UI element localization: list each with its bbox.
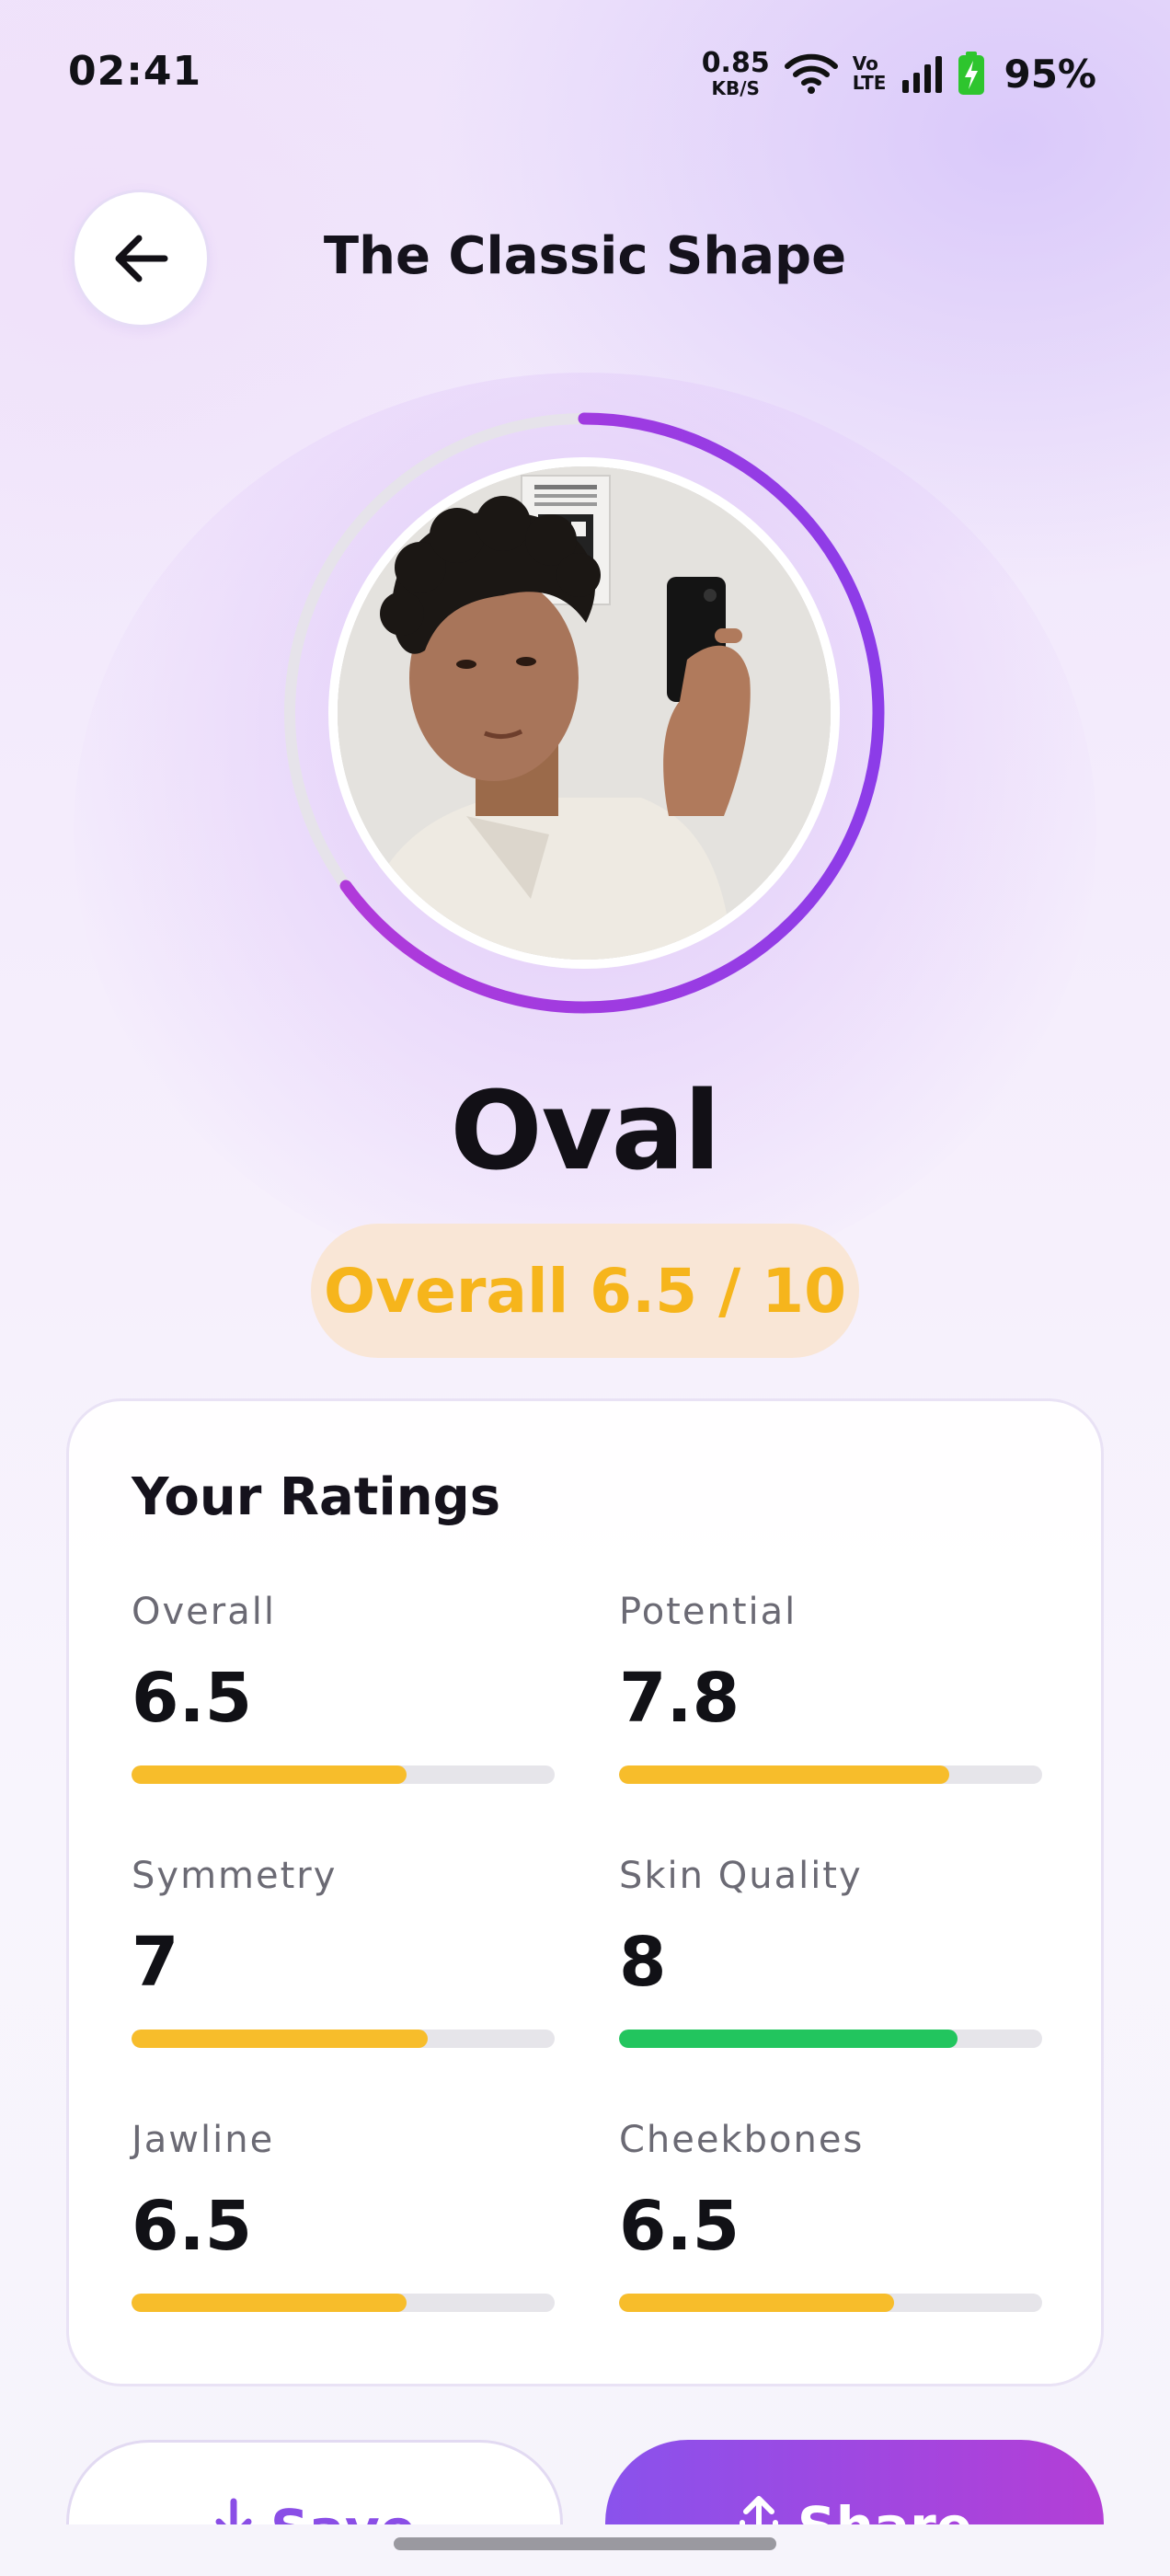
- status-time: 02:41: [68, 48, 202, 95]
- download-icon: [215, 2498, 252, 2524]
- rating-bar: [132, 2030, 555, 2048]
- share-label: Share: [797, 2495, 972, 2524]
- save-button[interactable]: Save: [66, 2440, 563, 2524]
- rating-bar-fill: [132, 2030, 428, 2048]
- face-shape-result: Oval: [450, 1067, 720, 1194]
- status-bar: 02:41 0.85 KB/S Vo LTE 95%: [0, 0, 1170, 147]
- rating-bar: [619, 2294, 1042, 2312]
- rating-bar-fill: [132, 1765, 407, 1784]
- volte-bottom: LTE: [852, 72, 887, 94]
- rating-label: Jawline: [132, 2119, 275, 2161]
- action-buttons: Save Share: [0, 2429, 1170, 2524]
- page-title: The Classic Shape: [323, 226, 847, 286]
- rating-value: 6.5: [619, 2187, 740, 2266]
- volte-top: Vo: [852, 52, 878, 75]
- rating-label: Cheekbones: [619, 2119, 865, 2161]
- rating-value: 6.5: [132, 2187, 253, 2266]
- rating-cheekbones: Cheekbones 6.5: [619, 2119, 1042, 2312]
- rating-potential: Potential 7.8: [619, 1591, 1042, 1784]
- ratings-card: Your Ratings Overall 6.5 Potential 7.8 S…: [66, 1398, 1104, 2386]
- battery-percent: 95%: [1004, 51, 1096, 97]
- selfie-image: [338, 466, 831, 960]
- user-photo: [328, 457, 840, 969]
- network-speed-value: 0.85: [701, 47, 770, 79]
- volte-indicator: Vo LTE: [853, 54, 887, 93]
- wifi-icon: [784, 53, 838, 94]
- share-icon: [739, 2496, 778, 2524]
- save-label: Save: [270, 2498, 416, 2524]
- rating-value: 6.5: [132, 1659, 253, 1738]
- signal-icon: [902, 56, 943, 93]
- rating-label: Overall: [132, 1591, 276, 1633]
- status-icons: 0.85 KB/S Vo LTE 95%: [702, 48, 1096, 99]
- rating-jawline: Jawline 6.5: [132, 2119, 555, 2312]
- share-button[interactable]: Share: [605, 2440, 1104, 2524]
- network-speed: 0.85 KB/S: [702, 50, 770, 98]
- rating-bar: [619, 2030, 1042, 2048]
- rating-label: Symmetry: [132, 1855, 338, 1897]
- ratings-title: Your Ratings: [132, 1467, 501, 1527]
- rating-bar: [132, 1765, 555, 1784]
- battery-charging-icon: [958, 52, 985, 95]
- rating-value: 7.8: [619, 1659, 740, 1738]
- rating-bar-fill: [619, 2294, 894, 2312]
- rating-value: 8: [619, 1923, 667, 2002]
- rating-value: 7: [132, 1923, 179, 2002]
- network-speed-unit: KB/S: [711, 77, 760, 99]
- rating-bar-fill: [619, 2030, 958, 2048]
- rating-overall: Overall 6.5: [132, 1591, 555, 1784]
- rating-bar-fill: [132, 2294, 407, 2312]
- rating-bar: [619, 1765, 1042, 1784]
- rating-label: Potential: [619, 1591, 797, 1633]
- home-indicator[interactable]: [394, 2537, 776, 2550]
- rating-symmetry: Symmetry 7: [132, 1855, 555, 2048]
- rating-bar: [132, 2294, 555, 2312]
- rating-label: Skin Quality: [619, 1855, 863, 1897]
- rating-bar-fill: [619, 1765, 949, 1784]
- overall-score-badge: Overall 6.5 / 10: [311, 1224, 859, 1358]
- rating-skin-quality: Skin Quality 8: [619, 1855, 1042, 2048]
